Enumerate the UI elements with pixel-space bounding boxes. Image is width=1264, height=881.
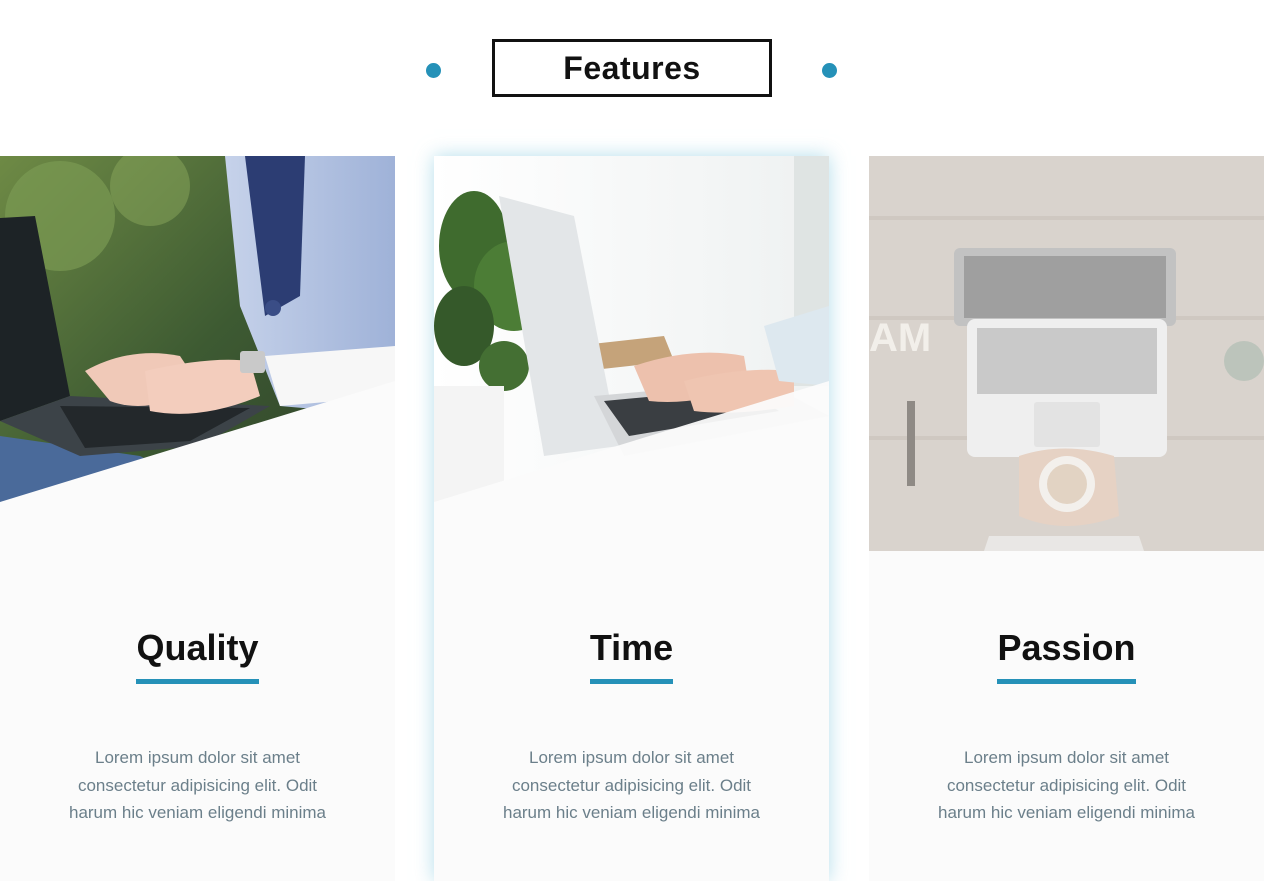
card-description: Lorem ipsum dolor sit amet consectetur a…	[68, 748, 326, 822]
decorative-dot-left	[426, 63, 441, 78]
card-title: Quality	[136, 629, 259, 684]
section-title: Features	[563, 49, 701, 86]
feature-card-time: Time Lorem ipsum dolor sit amet consecte…	[434, 156, 829, 881]
card-photo-laptop-and-coffee: AM	[869, 156, 1264, 551]
feature-card-passion: AM Passion Lorem ipsum dolor sit amet co…	[869, 156, 1264, 881]
card-description: Lorem ipsum dolor sit amet consectetur a…	[502, 748, 760, 822]
decorative-dot-right	[822, 63, 837, 78]
card-title: Passion	[997, 629, 1136, 684]
features-header: Features	[0, 0, 1264, 140]
card-description: Lorem ipsum dolor sit amet consectetur a…	[937, 748, 1195, 822]
section-title-box: Features	[492, 39, 772, 97]
card-photo-hands-on-laptop	[434, 156, 829, 551]
card-photo-woman-typing	[0, 156, 395, 551]
svg-text:AM: AM	[869, 316, 931, 360]
card-title: Time	[589, 629, 674, 684]
feature-card-quality: Quality Lorem ipsum dolor sit amet conse…	[0, 156, 395, 881]
